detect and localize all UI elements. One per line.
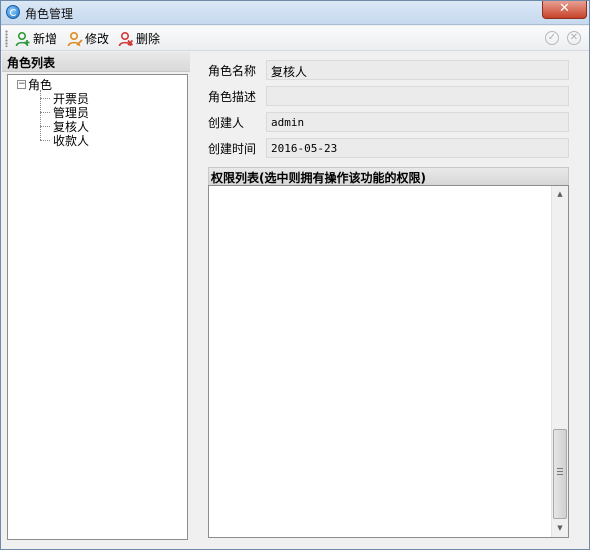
created-time-label: 创建时间 [208,142,257,156]
add-button[interactable]: 新增 [15,29,57,48]
vertical-scrollbar[interactable]: ▲ ▼ [551,186,568,537]
tree-item[interactable]: 收款人 [40,132,89,149]
scroll-up-arrow-icon[interactable]: ▲ [552,186,568,203]
created-time-field[interactable]: 2016-05-23 [266,138,569,158]
permission-list-header: 权限列表(选中则拥有操作该功能的权限) [208,167,569,185]
role-description-label: 角色描述 [208,90,257,104]
role-name-field[interactable]: 复核人 [266,60,569,80]
delete-button-label: 删除 [136,32,161,46]
role-management-window: 角色管理 ✕ 新增 修改 删除 ✓ ✕ 角色列表 − 角色 开票员 管理员 复核… [0,0,590,550]
add-button-label: 新增 [33,32,58,46]
delete-button[interactable]: 删除 [118,29,160,48]
close-button[interactable]: ✕ [542,1,587,19]
role-tree[interactable]: − 角色 开票员 管理员 复核人 收款人 [7,74,188,540]
permission-list[interactable]: ▲ ▼ [208,185,569,538]
role-name-label: 角色名称 [208,64,257,78]
toolbar-grip[interactable] [5,30,8,47]
creator-field[interactable]: admin [266,112,569,132]
collapse-toggle-icon[interactable]: − [17,80,26,89]
scroll-down-arrow-icon[interactable]: ▼ [552,520,568,537]
toolbar: 新增 修改 删除 ✓ ✕ [1,26,589,51]
role-description-field[interactable] [266,86,569,106]
edit-user-icon [67,31,83,46]
app-icon [6,5,20,19]
scroll-grip-icon [557,468,563,476]
title-bar: 角色管理 ✕ [1,1,589,25]
window-title: 角色管理 [25,7,74,21]
role-list-header: 角色列表 [2,52,190,72]
delete-user-icon [118,31,134,46]
role-detail-panel: 角色名称 复核人 角色描述 创建人 admin 创建时间 2016-05-23 … [196,52,581,542]
scrollbar-thumb[interactable] [553,429,567,519]
edit-button[interactable]: 修改 [67,29,109,48]
tree-item-label: 收款人 [53,134,90,148]
cancel-icon[interactable]: ✕ [567,31,581,45]
edit-button-label: 修改 [85,32,110,46]
confirm-icon[interactable]: ✓ [545,31,559,45]
add-user-icon [15,31,30,46]
role-list-panel: 角色列表 − 角色 开票员 管理员 复核人 收款人 [2,52,190,542]
creator-label: 创建人 [208,116,245,130]
